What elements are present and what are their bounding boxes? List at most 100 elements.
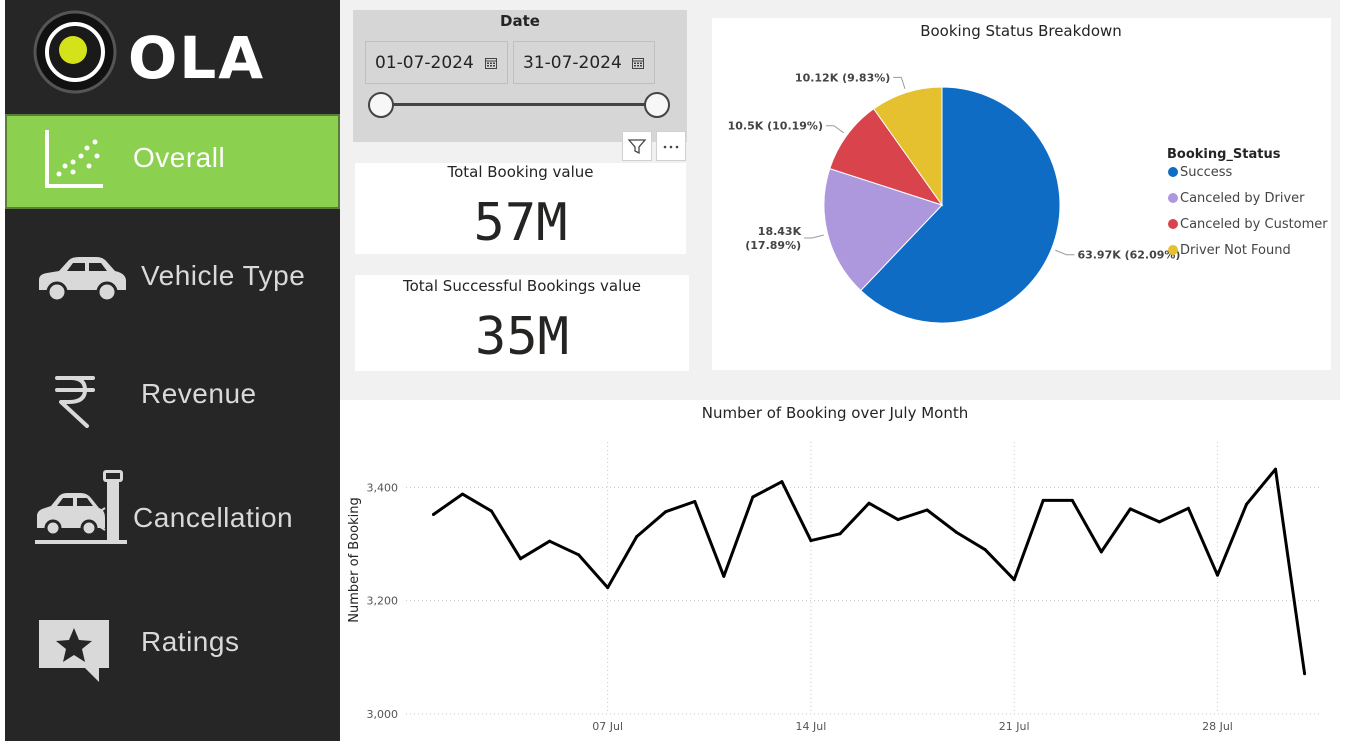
data-point[interactable] — [751, 495, 755, 499]
data-point[interactable] — [1186, 506, 1190, 510]
data-point[interactable] — [1070, 498, 1074, 502]
data-point[interactable] — [867, 501, 871, 505]
legend-title: Booking_Status — [1167, 147, 1281, 162]
legend-marker — [1168, 219, 1178, 229]
nav-item-overall[interactable]: Overall — [5, 114, 340, 209]
x-tick-label: 07 Jul — [592, 720, 623, 733]
data-point[interactable] — [1215, 573, 1219, 577]
data-point[interactable] — [1099, 550, 1103, 554]
data-point[interactable] — [954, 530, 958, 534]
end-date-input[interactable]: 31-07-2024 — [513, 41, 655, 84]
data-point[interactable] — [925, 508, 929, 512]
data-point[interactable] — [490, 509, 493, 513]
kpi-value: 57M — [473, 193, 568, 253]
end-date-value: 31-07-2024 — [523, 53, 622, 73]
x-tick-label: 28 Jul — [1202, 720, 1233, 733]
data-point[interactable] — [1274, 467, 1278, 471]
right-margin — [1340, 0, 1358, 741]
star-comment-icon — [39, 620, 109, 682]
data-point[interactable] — [431, 513, 435, 517]
pie-leader-line — [804, 234, 824, 239]
pie-data-label: 63.97K (62.09%) — [1077, 249, 1180, 262]
legend-item-label[interactable]: Driver Not Found — [1180, 243, 1291, 258]
pie-leader-line — [1055, 249, 1075, 256]
data-point[interactable] — [896, 518, 900, 522]
nav-label-vehicle-type: Vehicle Type — [141, 260, 306, 291]
x-tick-label: 21 Jul — [999, 720, 1030, 733]
data-point[interactable] — [780, 480, 784, 484]
kpi-card-total-successful: Total Successful Bookings value 35M — [355, 275, 689, 371]
nav-item-revenue[interactable]: Revenue — [5, 350, 340, 445]
legend-item-label[interactable]: Canceled by Customer — [1180, 217, 1328, 232]
y-tick-label: 3,200 — [367, 595, 399, 608]
more-options-icon — [663, 145, 679, 149]
legend-item-label[interactable]: Canceled by Driver — [1180, 191, 1305, 206]
pie-title: Booking Status Breakdown — [920, 22, 1122, 40]
calendar-icon[interactable] — [632, 57, 644, 69]
filter-button[interactable] — [622, 131, 652, 161]
legend-marker — [1168, 193, 1178, 203]
data-point[interactable] — [548, 539, 552, 543]
data-point[interactable] — [809, 539, 813, 543]
pie-chart-panel[interactable]: Booking Status Breakdown 63.97K (62.09%)… — [712, 18, 1331, 370]
kpi-value: 35M — [475, 307, 569, 367]
data-point[interactable] — [635, 535, 639, 539]
nav-label-revenue: Revenue — [141, 378, 257, 409]
data-point[interactable] — [1128, 507, 1132, 511]
pie-leader-line — [893, 76, 906, 89]
ola-logo-icon — [33, 10, 117, 94]
data-point[interactable] — [1157, 520, 1161, 524]
end-date-handle[interactable] — [644, 92, 670, 118]
data-point[interactable] — [1012, 578, 1016, 582]
booking-status-pie-chart[interactable]: Booking Status Breakdown 63.97K (62.09%)… — [712, 18, 1331, 370]
date-slicer[interactable]: Date 01-07-2024 31-07-2024 — [353, 10, 687, 142]
data-point[interactable] — [693, 500, 697, 503]
data-point[interactable] — [983, 548, 987, 552]
slicer-title: Date — [500, 12, 540, 30]
data-point[interactable] — [664, 510, 668, 514]
filter-icon — [627, 139, 647, 155]
y-tick-label: 3,000 — [367, 708, 399, 721]
bookings-line-chart[interactable]: Number of Booking over July Month Number… — [340, 402, 1332, 741]
data-point[interactable] — [577, 553, 581, 557]
data-point[interactable] — [1303, 672, 1307, 676]
line-chart-title: Number of Booking over July Month — [702, 404, 969, 422]
start-date-input[interactable]: 01-07-2024 — [365, 41, 508, 84]
sidebar: OLA Overall Vehicle Type Revenue Cancell… — [5, 0, 340, 741]
x-tick-label: 14 Jul — [796, 720, 827, 733]
car-crash-icon — [35, 470, 127, 544]
pie-data-label: 10.12K (9.83%) — [795, 71, 890, 84]
legend-marker — [1168, 245, 1178, 255]
data-point[interactable] — [1041, 498, 1045, 502]
kpi-title: Total Booking value — [447, 163, 594, 181]
data-point[interactable] — [1245, 502, 1248, 506]
kpi-title: Total Successful Bookings value — [403, 277, 641, 295]
data-point[interactable] — [722, 574, 726, 578]
pie-data-label: 10.5K (10.19%) — [728, 120, 823, 133]
bookings-series-line[interactable] — [432, 467, 1307, 675]
calendar-icon[interactable] — [485, 57, 497, 69]
car-icon — [39, 257, 126, 303]
y-axis-label: Number of Booking — [347, 497, 362, 622]
ola-logo-text: OLA — [128, 24, 266, 92]
line-points — [431, 467, 1307, 676]
nav-label-ratings: Ratings — [141, 626, 240, 657]
data-point[interactable] — [838, 532, 842, 536]
data-point[interactable] — [606, 586, 610, 590]
more-options-button[interactable] — [656, 131, 686, 161]
start-date-handle[interactable] — [368, 92, 394, 118]
legend-marker — [1168, 167, 1178, 177]
ola-logo: OLA — [33, 10, 283, 96]
date-range-track[interactable] — [381, 103, 657, 106]
legend-item-label[interactable]: Success — [1180, 165, 1233, 180]
nav-label-cancellation: Cancellation — [133, 502, 294, 533]
nav-item-ratings[interactable]: Ratings — [5, 594, 340, 689]
rupee-icon — [55, 376, 95, 428]
nav-item-cancellation[interactable]: Cancellation — [5, 468, 340, 563]
nav-item-vehicle-type[interactable]: Vehicle Type — [5, 232, 340, 327]
y-tick-label: 3,400 — [367, 481, 399, 494]
line-chart-panel[interactable]: Number of Booking over July Month Number… — [340, 402, 1332, 741]
data-point[interactable] — [460, 492, 464, 496]
start-date-value: 01-07-2024 — [375, 53, 474, 73]
data-point[interactable] — [519, 557, 523, 561]
